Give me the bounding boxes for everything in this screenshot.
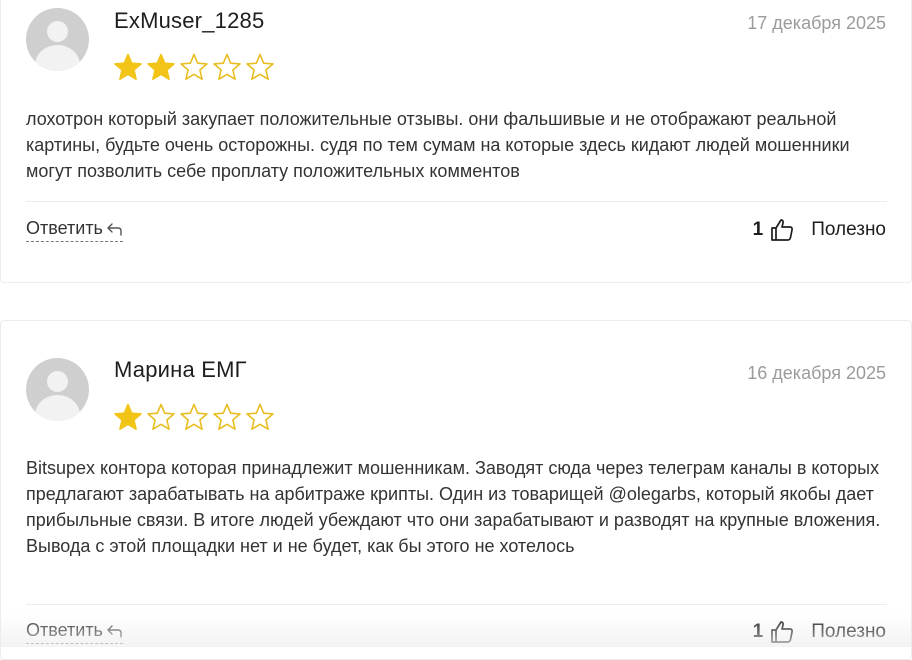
review-card: Марина ЕМГ 16 декабря 2025 Bitsupex конт…	[0, 320, 912, 660]
divider	[26, 604, 887, 605]
avatar	[26, 8, 89, 71]
star-empty-icon	[179, 402, 209, 432]
thumbs-up-icon[interactable]	[770, 218, 794, 242]
helpful-count: 1	[753, 219, 764, 241]
review-author: Марина ЕМГ	[114, 357, 247, 383]
star-filled-icon	[113, 52, 143, 82]
reply-button[interactable]: Ответить	[26, 620, 123, 644]
review-text: Bitsupex контора которая принадлежит мош…	[26, 455, 888, 559]
review-text: лохотрон который закупает положительные …	[26, 106, 888, 184]
star-empty-icon	[146, 402, 176, 432]
reply-label: Ответить	[26, 620, 103, 641]
review-date: 17 декабря 2025	[747, 13, 886, 34]
reply-label: Ответить	[26, 218, 103, 239]
rating-stars	[113, 52, 275, 82]
review-author: ExMuser_1285	[114, 8, 264, 34]
helpful-button[interactable]: Полезно	[811, 621, 886, 643]
reply-button[interactable]: Ответить	[26, 218, 123, 242]
reply-arrow-icon	[106, 222, 123, 236]
star-filled-icon	[146, 52, 176, 82]
divider	[26, 201, 887, 202]
star-empty-icon	[212, 402, 242, 432]
rating-stars	[113, 402, 275, 432]
review-card: ExMuser_1285 17 декабря 2025 лохотрон ко…	[0, 0, 912, 283]
star-empty-icon	[245, 52, 275, 82]
helpful-block: 1 Полезно	[753, 620, 886, 644]
thumbs-up-icon[interactable]	[770, 620, 794, 644]
review-date: 16 декабря 2025	[747, 363, 886, 384]
helpful-count: 1	[753, 621, 764, 643]
avatar	[26, 358, 89, 421]
reply-arrow-icon	[106, 624, 123, 638]
star-empty-icon	[245, 402, 275, 432]
star-empty-icon	[179, 52, 209, 82]
star-filled-icon	[113, 402, 143, 432]
helpful-block: 1 Полезно	[753, 218, 886, 242]
star-empty-icon	[212, 52, 242, 82]
helpful-button[interactable]: Полезно	[811, 219, 886, 241]
